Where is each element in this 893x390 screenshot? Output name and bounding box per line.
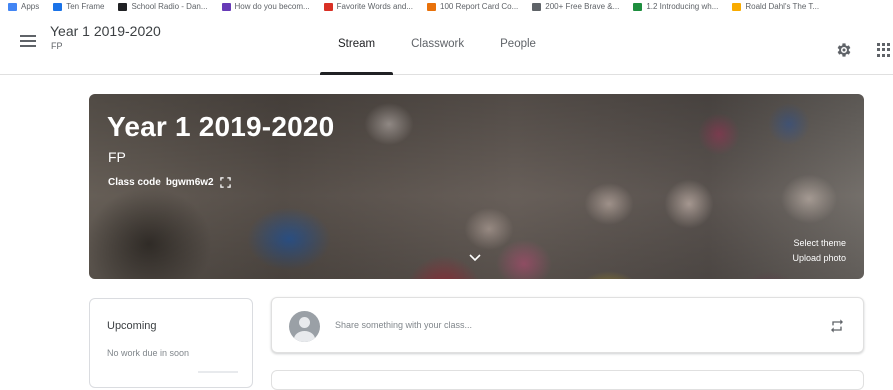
- bookmark-how-do-you-become[interactable]: How do you becom...: [221, 2, 310, 11]
- view-all-link[interactable]: [198, 371, 238, 373]
- class-tabs: Stream Classwork People: [320, 13, 554, 75]
- bookmark-favicon-icon: [118, 2, 128, 11]
- apps-grid-icon: [8, 2, 17, 11]
- bookmark-favicon-icon: [532, 2, 542, 11]
- main-menu-icon[interactable]: [20, 35, 36, 49]
- settings-gear-icon[interactable]: [835, 41, 853, 59]
- upcoming-message: No work due in soon: [107, 348, 190, 358]
- banner-section: FP: [108, 149, 126, 165]
- bookmark-introducing[interactable]: 1.2 Introducing wh...: [633, 2, 718, 11]
- bookmark-report-card[interactable]: 100 Report Card Co...: [427, 2, 518, 11]
- tab-people[interactable]: People: [482, 13, 554, 75]
- share-placeholder: Share something with your class...: [335, 320, 473, 330]
- stream-post-card: [271, 370, 864, 390]
- tab-classwork[interactable]: Classwork: [393, 13, 482, 75]
- bookmark-school-radio[interactable]: School Radio - Dan...: [118, 2, 208, 11]
- bookmark-favicon-icon: [221, 2, 231, 11]
- fullscreen-icon[interactable]: [219, 177, 231, 188]
- upcoming-title: Upcoming: [107, 320, 157, 332]
- class-code-label: Class code: [108, 177, 161, 188]
- bookmark-favicon-icon: [633, 2, 643, 11]
- class-title[interactable]: Year 1 2019-2020: [50, 23, 161, 39]
- class-code: Class code bgwm6w2: [108, 177, 231, 188]
- class-code-value: bgwm6w2: [165, 177, 214, 188]
- google-apps-icon[interactable]: [877, 43, 891, 57]
- bookmark-apps[interactable]: Apps: [8, 2, 39, 11]
- bookmark-favicon-icon: [53, 2, 63, 11]
- repost-icon[interactable]: [829, 318, 845, 334]
- bookmark-free-brave[interactable]: 200+ Free Brave &...: [532, 2, 619, 11]
- bookmark-favicon-icon: [732, 2, 742, 11]
- banner-class-title: Year 1 2019-2020: [107, 111, 335, 142]
- share-with-class-box[interactable]: Share something with your class...: [271, 297, 864, 353]
- bookmarks-bar: Apps Ten Frame School Radio - Dan... How…: [0, 0, 893, 13]
- banner-actions: Select theme Upload photo: [792, 238, 846, 268]
- upcoming-card: Upcoming No work due in soon: [89, 298, 253, 388]
- class-banner: Year 1 2019-2020 FP Class code bgwm6w2 S…: [89, 94, 864, 279]
- bookmark-favicon-icon: [323, 2, 333, 11]
- bookmark-ten-frame[interactable]: Ten Frame: [53, 2, 104, 11]
- bookmark-roald-dahl[interactable]: Roald Dahl's The T...: [732, 2, 819, 11]
- select-theme-link[interactable]: Select theme: [792, 238, 846, 248]
- bookmark-favorite-words[interactable]: Favorite Words and...: [323, 2, 413, 11]
- top-app-bar: Year 1 2019-2020 FP Stream Classwork Peo…: [0, 13, 893, 75]
- class-section: FP: [51, 41, 63, 51]
- avatar: [289, 311, 320, 342]
- tab-stream[interactable]: Stream: [320, 13, 394, 75]
- upload-photo-link[interactable]: Upload photo: [792, 253, 846, 263]
- chevron-down-icon[interactable]: [469, 254, 481, 262]
- bookmark-favicon-icon: [427, 2, 436, 11]
